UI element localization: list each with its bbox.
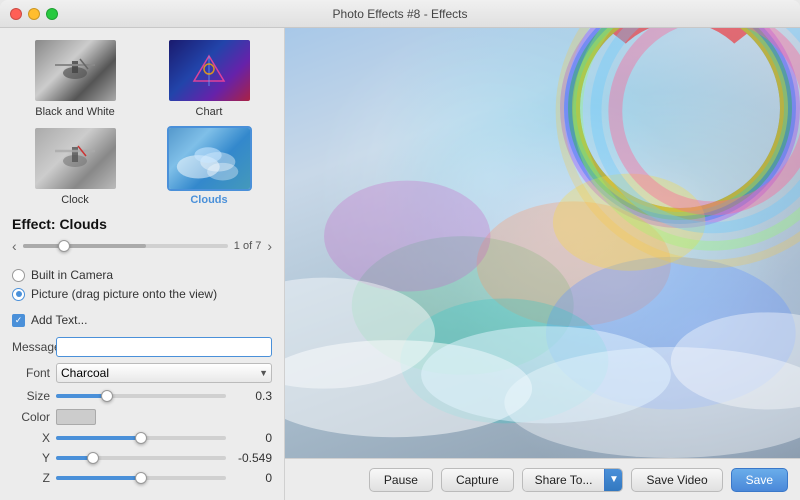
x-slider-fill [56, 436, 141, 440]
thumb-label-clock: Clock [61, 194, 89, 206]
color-label: Color [12, 410, 50, 424]
font-select-wrap: Charcoal ▼ [56, 363, 272, 383]
y-slider[interactable] [56, 456, 226, 460]
size-value: 0.3 [232, 389, 272, 403]
message-row: Message [12, 337, 272, 357]
add-text-row[interactable]: ✓ Add Text... [12, 313, 272, 327]
size-slider-thumb [101, 390, 113, 402]
nav-prev-arrow[interactable]: ‹ [12, 238, 17, 254]
x-value: 0 [232, 431, 272, 445]
nav-slider[interactable] [23, 244, 228, 248]
thumb-label-clouds: Clouds [190, 194, 227, 206]
thumb-img-chart [167, 38, 252, 103]
right-panel: Pause Capture Share To... ▼ Save Video S… [285, 28, 800, 500]
preview-area [285, 28, 800, 458]
radio-label-camera: Built in Camera [31, 268, 113, 282]
effect-nav: ‹ 1 of 7 › [12, 238, 272, 254]
preview-bg [285, 28, 800, 458]
nav-slider-thumb [58, 240, 70, 252]
z-slider-fill [56, 476, 141, 480]
radio-picture[interactable]: Picture (drag picture onto the view) [12, 287, 272, 301]
radio-circle-camera [12, 269, 25, 282]
maximize-button[interactable] [46, 8, 58, 20]
thumb-label-chart: Chart [196, 106, 223, 118]
thumb-img-clock [33, 126, 118, 191]
font-label: Font [12, 366, 50, 380]
z-slider-thumb [135, 472, 147, 484]
y-slider-thumb [87, 452, 99, 464]
thumb-art-chart [169, 40, 250, 101]
z-label: Z [12, 471, 50, 485]
share-to-dropdown-arrow[interactable]: ▼ [604, 469, 622, 491]
capture-button[interactable]: Capture [441, 468, 514, 492]
message-label: Message [12, 340, 50, 354]
share-to-button[interactable]: Share To... [523, 469, 605, 491]
effect-name: Effect: Clouds [12, 216, 272, 232]
z-value: 0 [232, 471, 272, 485]
thumb-black-and-white[interactable]: Black and White [12, 38, 138, 118]
thumb-art-bw [35, 40, 116, 101]
bottom-bar: Pause Capture Share To... ▼ Save Video S… [285, 458, 800, 500]
radio-group: Built in Camera Picture (drag picture on… [12, 268, 272, 301]
titlebar: Photo Effects #8 - Effects [0, 0, 800, 28]
content-area: Black and White Chart [0, 28, 800, 500]
save-button[interactable]: Save [731, 468, 788, 492]
nav-slider-fill [23, 244, 146, 248]
radio-circle-picture [12, 288, 25, 301]
thumbnails-grid: Black and White Chart [12, 38, 272, 206]
size-row: Size 0.3 [12, 389, 272, 403]
minimize-button[interactable] [28, 8, 40, 20]
window-title: Photo Effects #8 - Effects [333, 7, 468, 21]
y-row: Y -0.549 [12, 451, 272, 465]
left-panel: Black and White Chart [0, 28, 285, 500]
x-slider[interactable] [56, 436, 226, 440]
thumb-art-clock [35, 128, 116, 189]
clock-art-icon [50, 139, 100, 179]
radio-label-picture: Picture (drag picture onto the view) [31, 287, 217, 301]
radio-dot-picture [16, 291, 22, 297]
color-row: Color [12, 409, 272, 425]
add-text-label: Add Text... [31, 313, 87, 327]
save-video-button[interactable]: Save Video [631, 468, 722, 492]
y-value: -0.549 [232, 451, 272, 465]
nav-count: 1 of 7 [234, 240, 262, 252]
size-slider-fill [56, 394, 107, 398]
z-slider[interactable] [56, 476, 226, 480]
x-label: X [12, 431, 50, 445]
x-slider-thumb [135, 432, 147, 444]
bw-art-icon [50, 51, 100, 91]
thumb-img-bw [33, 38, 118, 103]
size-label: Size [12, 389, 50, 403]
thumb-img-clouds [167, 126, 252, 191]
radio-built-in-camera[interactable]: Built in Camera [12, 268, 272, 282]
font-select[interactable]: Charcoal [56, 363, 272, 383]
thumb-art-clouds [169, 128, 250, 189]
x-row: X 0 [12, 431, 272, 445]
add-text-checkbox[interactable]: ✓ [12, 314, 25, 327]
thumb-label-bw: Black and White [35, 106, 114, 118]
pause-button[interactable]: Pause [369, 468, 433, 492]
message-input[interactable] [56, 337, 272, 357]
close-button[interactable] [10, 8, 22, 20]
thumb-chart[interactable]: Chart [146, 38, 272, 118]
titlebar-buttons [10, 8, 58, 20]
thumb-clock[interactable]: Clock [12, 126, 138, 206]
font-row: Font Charcoal ▼ [12, 363, 272, 383]
main-window: Photo Effects #8 - Effects [0, 0, 800, 500]
color-swatch[interactable] [56, 409, 96, 425]
chart-art-icon [184, 51, 234, 91]
share-to-split-button: Share To... ▼ [522, 468, 624, 492]
thumb-clouds[interactable]: Clouds [146, 126, 272, 206]
z-row: Z 0 [12, 471, 272, 485]
y-label: Y [12, 451, 50, 465]
nav-next-arrow[interactable]: › [267, 238, 272, 254]
clouds-art-icon [169, 127, 250, 190]
size-slider[interactable] [56, 394, 226, 398]
